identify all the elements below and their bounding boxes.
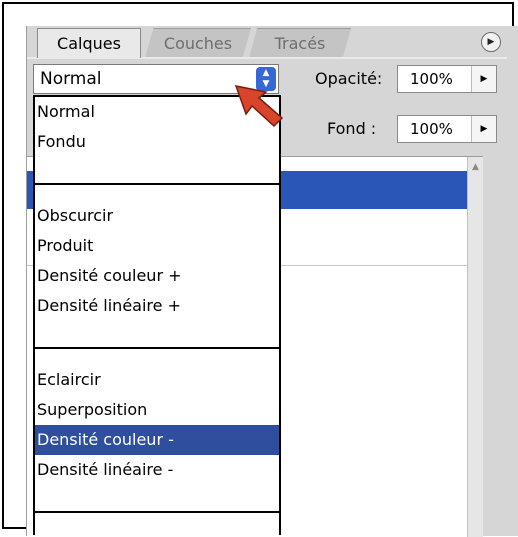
blend-option-densite-couleur-plus[interactable]: Densité couleur + xyxy=(35,261,279,291)
fill-label: Fond : xyxy=(327,119,377,138)
tab-traces[interactable]: Tracés xyxy=(249,28,351,58)
panel-menu-button[interactable]: ▶ xyxy=(481,32,501,52)
scroll-up-icon[interactable]: ▲ xyxy=(468,157,483,177)
opacity-input[interactable]: 100% ▶ xyxy=(397,65,497,93)
triangle-right-icon: ▶ xyxy=(480,74,488,84)
dropdown-gap xyxy=(35,185,279,201)
blend-mode-dropdown: Normal Fondu Obscurcir Produit Densité c… xyxy=(33,95,281,535)
dropdown-separator xyxy=(35,485,279,513)
fill-slider-button[interactable]: ▶ xyxy=(471,116,496,142)
layers-scrollbar[interactable]: ▲ xyxy=(467,157,483,537)
blend-option-densite-couleur-minus[interactable]: Densité couleur - xyxy=(35,425,279,455)
tab-calques[interactable]: Calques xyxy=(37,28,141,58)
opacity-value: 100% xyxy=(410,70,453,88)
blend-mode-value: Normal xyxy=(40,69,102,89)
tab-couches[interactable]: Couches xyxy=(145,28,251,58)
fill-input[interactable]: 100% ▶ xyxy=(397,115,497,143)
blend-option-fondu[interactable]: Fondu xyxy=(35,127,279,157)
opacity-slider-button[interactable]: ▶ xyxy=(471,66,496,92)
dropdown-gap xyxy=(35,349,279,365)
panel-tabs: Calques Couches Tracés ▶ xyxy=(27,26,518,58)
dropdown-separator xyxy=(35,157,279,185)
blend-option-densite-lineaire-plus[interactable]: Densité linéaire + xyxy=(35,291,279,321)
dropdown-separator xyxy=(35,321,279,349)
blend-option-produit[interactable]: Produit xyxy=(35,231,279,261)
triangle-right-icon: ▶ xyxy=(480,124,488,134)
blend-option-densite-lineaire-minus[interactable]: Densité linéaire - xyxy=(35,455,279,485)
blend-option-obscurcir[interactable]: Obscurcir xyxy=(35,201,279,231)
opacity-label: Opacité: xyxy=(315,69,383,88)
blend-option-eclaircir[interactable]: Eclaircir xyxy=(35,365,279,395)
blend-option-superposition[interactable]: Superposition xyxy=(35,395,279,425)
triangle-right-icon: ▶ xyxy=(487,37,495,47)
fill-value: 100% xyxy=(410,120,453,138)
pointer-arrow-icon xyxy=(234,85,284,128)
